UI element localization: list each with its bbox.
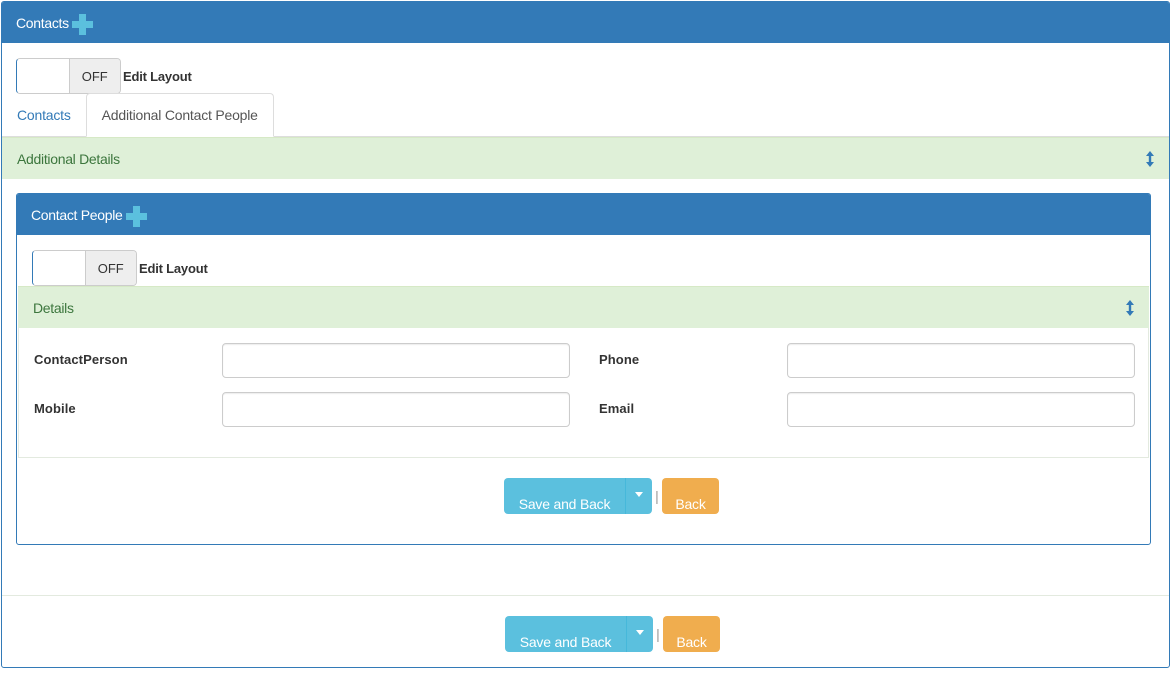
mobile-input[interactable] bbox=[222, 392, 570, 427]
phone-input[interactable] bbox=[787, 343, 1135, 378]
outer-action-buttons: Save and Back | Back bbox=[505, 616, 720, 652]
toggle-off-label: OFF bbox=[84, 251, 136, 285]
inner-edit-layout-toggle[interactable]: OFF bbox=[32, 250, 137, 286]
save-options-dropdown-button[interactable] bbox=[626, 616, 653, 652]
footer-divider bbox=[2, 595, 1169, 596]
details-section-title: Details bbox=[33, 299, 74, 316]
contact-person-label: ContactPerson bbox=[34, 352, 128, 367]
contact-people-panel-heading: Contact People bbox=[17, 194, 1150, 235]
edit-layout-toggle[interactable]: OFF bbox=[16, 58, 121, 94]
toggle-off-label: OFF bbox=[68, 59, 120, 93]
button-separator: | bbox=[656, 626, 660, 642]
plus-icon[interactable] bbox=[70, 12, 94, 36]
section-title: Additional Details bbox=[17, 150, 120, 167]
phone-label: Phone bbox=[599, 352, 640, 367]
edit-layout-label: Edit Layout bbox=[123, 68, 192, 84]
updown-arrow-icon[interactable] bbox=[1125, 299, 1135, 316]
contact-people-panel: Contact People OFF Edit Layout Details C… bbox=[16, 193, 1151, 545]
inner-action-buttons: Save and Back | Back bbox=[504, 478, 719, 514]
contacts-panel-heading: Contacts bbox=[2, 2, 1169, 43]
edit-layout-row: OFF Edit Layout bbox=[2, 58, 1169, 94]
toggle-on-side bbox=[33, 251, 85, 285]
tab-contacts[interactable]: Contacts bbox=[2, 93, 86, 136]
details-section-header[interactable]: Details bbox=[18, 286, 1149, 328]
email-input[interactable] bbox=[787, 392, 1135, 427]
inner-edit-layout-row: OFF Edit Layout bbox=[17, 250, 1150, 286]
email-label: Email bbox=[599, 401, 635, 416]
contacts-panel-title: Contacts bbox=[16, 14, 69, 31]
caret-down-icon bbox=[636, 630, 644, 635]
back-button[interactable]: Back bbox=[663, 616, 720, 652]
toggle-on-side bbox=[17, 59, 69, 93]
inner-edit-layout-label: Edit Layout bbox=[139, 260, 208, 276]
updown-arrow-icon[interactable] bbox=[1145, 150, 1155, 167]
tab-additional-contact-people[interactable]: Additional Contact People bbox=[85, 93, 274, 137]
contact-people-panel-title: Contact People bbox=[31, 206, 123, 223]
back-button[interactable]: Back bbox=[662, 478, 719, 514]
contact-person-form: ContactPerson Phone Mobile Email bbox=[18, 328, 1149, 458]
save-and-back-button[interactable]: Save and Back bbox=[504, 478, 625, 514]
plus-icon[interactable] bbox=[124, 204, 148, 228]
button-separator: | bbox=[655, 488, 659, 504]
additional-details-section-header[interactable]: Additional Details bbox=[2, 137, 1169, 179]
mobile-label: Mobile bbox=[34, 401, 76, 416]
save-options-dropdown-button[interactable] bbox=[625, 478, 652, 514]
contact-person-input[interactable] bbox=[222, 343, 570, 378]
save-and-back-button[interactable]: Save and Back bbox=[505, 616, 626, 652]
caret-down-icon bbox=[635, 492, 643, 497]
tab-bar: Contacts Additional Contact People bbox=[2, 93, 1169, 137]
